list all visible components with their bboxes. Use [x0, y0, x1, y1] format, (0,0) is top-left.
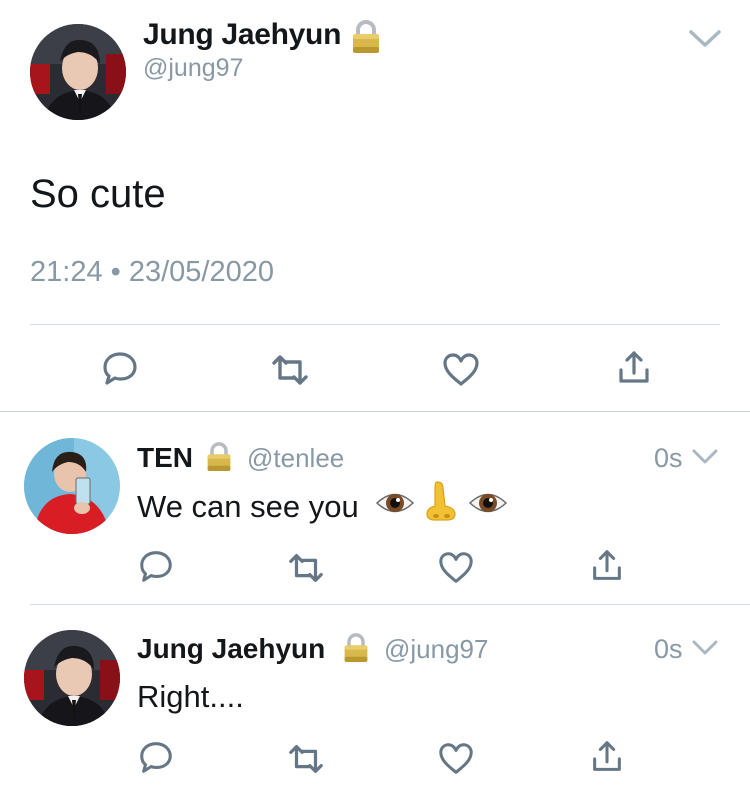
- reply-author-handle[interactable]: @tenlee: [247, 443, 344, 474]
- reply-time: 0s: [654, 634, 683, 664]
- divider: [30, 604, 750, 605]
- reply-text-content: We can see you: [137, 489, 359, 524]
- reply-icon[interactable]: [137, 547, 177, 587]
- share-icon[interactable]: [588, 547, 628, 587]
- eye-icon: [468, 486, 508, 520]
- reply-author-name[interactable]: TEN: [137, 442, 193, 474]
- author-name[interactable]: Jung Jaehyun: [143, 18, 341, 52]
- reply-text: We can see you: [137, 489, 359, 525]
- retweet-icon[interactable]: [270, 350, 310, 390]
- retweet-icon[interactable]: [287, 740, 327, 780]
- like-icon[interactable]: [441, 350, 481, 390]
- reply-text: Right....: [137, 679, 244, 714]
- reply-icon[interactable]: [137, 738, 177, 778]
- like-icon[interactable]: [437, 740, 477, 780]
- chevron-down-icon[interactable]: [692, 639, 718, 657]
- reply-icon[interactable]: [100, 348, 140, 388]
- divider: [30, 324, 720, 325]
- divider: [0, 411, 750, 412]
- author-handle[interactable]: @jung97: [143, 54, 243, 83]
- share-icon[interactable]: [588, 738, 628, 778]
- lock-icon: [205, 442, 233, 472]
- lock-icon: [342, 633, 370, 663]
- avatar[interactable]: [30, 24, 126, 120]
- eye-icon: [375, 486, 415, 520]
- retweet-icon[interactable]: [287, 549, 327, 589]
- tweet-text: So cute: [30, 172, 166, 216]
- avatar[interactable]: [24, 438, 120, 534]
- nose-icon: [423, 480, 459, 522]
- chevron-down-icon[interactable]: [692, 448, 718, 466]
- lock-icon: [350, 20, 382, 54]
- reply-author-handle[interactable]: @jung97: [384, 634, 488, 665]
- reply-time: 0s: [654, 443, 683, 473]
- like-icon[interactable]: [437, 549, 477, 589]
- reply-author-name[interactable]: Jung Jaehyun: [137, 633, 325, 665]
- chevron-down-icon[interactable]: [688, 28, 722, 50]
- avatar[interactable]: [24, 630, 120, 726]
- share-icon[interactable]: [614, 348, 654, 388]
- tweet-timestamp[interactable]: 21:24 • 23/05/2020: [30, 256, 274, 289]
